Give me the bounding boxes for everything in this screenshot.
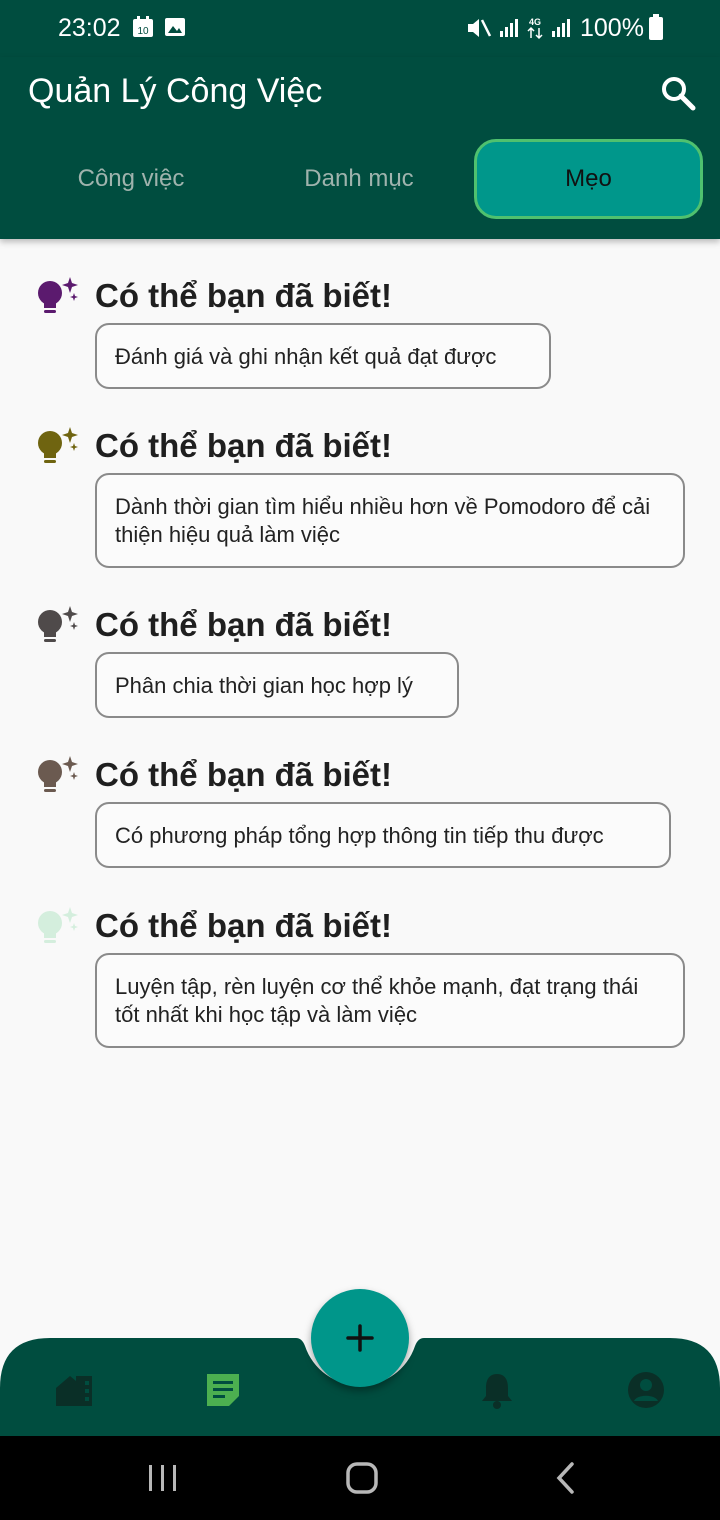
network-label: 4G	[529, 17, 541, 27]
status-time: 23:02	[58, 14, 121, 42]
tip-text: Dành thời gian tìm hiểu nhiều hơn về Pom…	[95, 473, 685, 568]
network-4g-icon: 4G	[527, 17, 543, 40]
home-icon[interactable]	[52, 1368, 96, 1412]
calendar-badge: 10	[137, 26, 149, 37]
tab-meo[interactable]: Mẹo	[474, 139, 703, 219]
plus-icon	[346, 1324, 374, 1352]
search-icon[interactable]	[658, 73, 698, 113]
lightbulb-icon	[38, 427, 78, 463]
signal-icon-2	[552, 19, 570, 37]
bell-icon[interactable]	[475, 1368, 519, 1412]
tip-title: Có thể bạn đã biết!	[95, 277, 392, 314]
app-bar: Quản Lý Công Việc Công việc Danh mục Mẹo	[0, 57, 720, 239]
mute-icon	[468, 19, 492, 37]
tip-text: Có phương pháp tổng hợp thông tin tiếp t…	[95, 802, 671, 868]
lightbulb-icon	[38, 277, 78, 313]
add-button[interactable]	[311, 1289, 409, 1387]
tip-title: Có thể bạn đã biết!	[95, 907, 392, 944]
tip-text: Phân chia thời gian học hợp lý	[95, 652, 459, 718]
tab-danh-muc[interactable]: Danh mục	[248, 139, 470, 219]
tab-label: Danh mục	[304, 165, 414, 192]
app-title: Quản Lý Công Việc	[28, 72, 323, 110]
home-button-icon[interactable]	[344, 1460, 380, 1496]
status-bar: 23:02 10 4G 100%	[0, 0, 720, 57]
lightbulb-icon	[38, 606, 78, 642]
lightbulb-icon	[38, 756, 78, 792]
image-icon	[165, 18, 185, 36]
tip-title: Có thể bạn đã biết!	[95, 606, 392, 643]
calendar-icon: 10	[133, 16, 153, 37]
tab-label: Công việc	[77, 165, 185, 192]
signal-icon	[500, 19, 518, 37]
back-icon[interactable]	[548, 1460, 584, 1496]
tip-text: Luyện tập, rèn luyện cơ thể khỏe mạnh, đ…	[95, 953, 685, 1048]
tip-title: Có thể bạn đã biết!	[95, 756, 392, 793]
note-icon[interactable]	[201, 1368, 245, 1412]
tip-text: Đánh giá và ghi nhận kết quả đạt được	[95, 323, 551, 389]
tab-cong-viec[interactable]: Công việc	[20, 139, 242, 219]
account-icon[interactable]	[624, 1368, 668, 1412]
tip-title: Có thể bạn đã biết!	[95, 427, 392, 464]
battery-icon	[649, 14, 663, 40]
lightbulb-icon	[38, 907, 78, 943]
tab-label: Mẹo	[565, 165, 612, 192]
recent-apps-icon[interactable]	[145, 1460, 181, 1496]
system-nav-bar	[0, 1436, 720, 1520]
battery-percent: 100%	[580, 14, 644, 42]
